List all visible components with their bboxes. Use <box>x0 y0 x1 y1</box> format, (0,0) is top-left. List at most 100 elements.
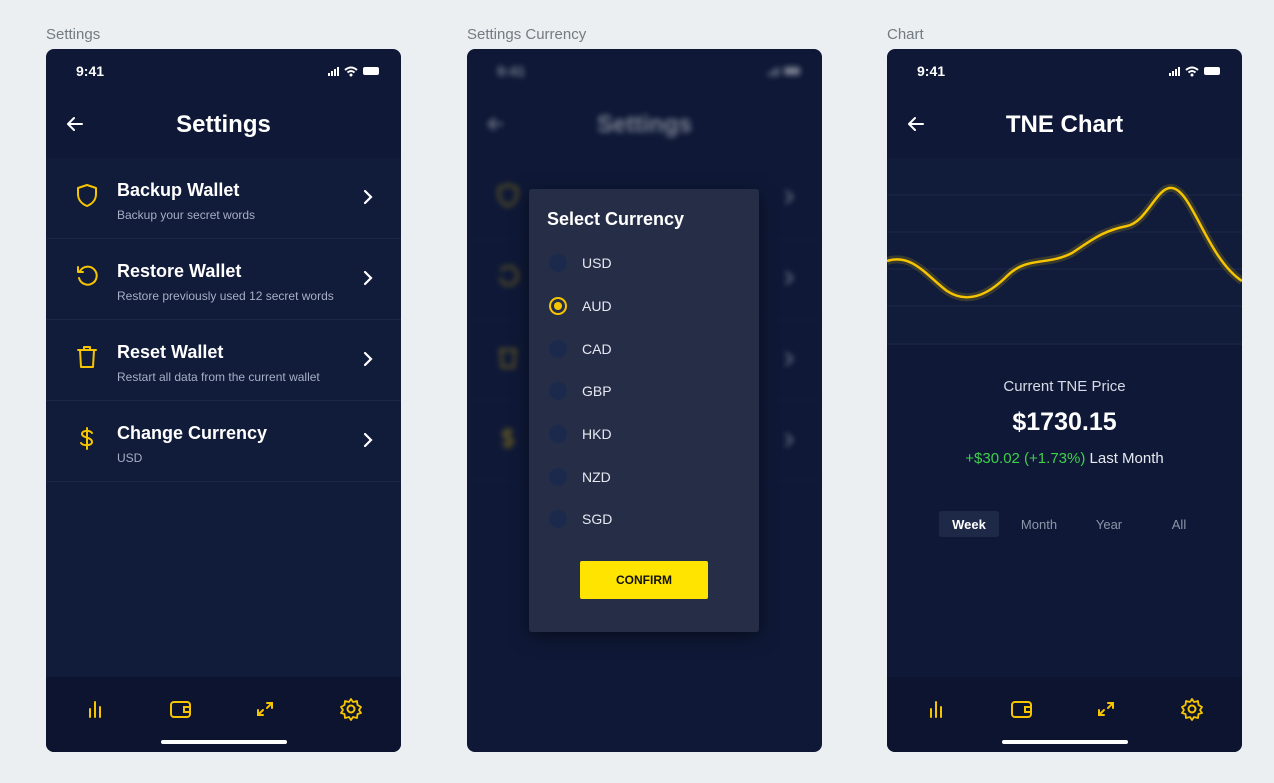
confirm-button[interactable]: CONFIRM <box>580 561 708 599</box>
tab-bar <box>887 677 1242 752</box>
currency-option-label: HKD <box>582 426 612 442</box>
chevron-right-icon <box>363 351 373 367</box>
settings-gear-icon[interactable] <box>1179 697 1205 721</box>
page-title: Settings <box>597 111 692 138</box>
signal-icon <box>1169 66 1180 76</box>
menu-item-subtitle: USD <box>117 451 143 465</box>
trash-icon <box>499 349 517 368</box>
chevron-right-icon <box>785 271 794 285</box>
currency-option-hkd[interactable]: HKD <box>549 423 612 445</box>
range-all-button[interactable]: All <box>1149 511 1209 537</box>
currency-option-label: SGD <box>582 511 613 527</box>
restore-wallet-item[interactable]: Restore Wallet Restore previously used 1… <box>46 239 401 320</box>
currency-option-gbp[interactable]: GBP <box>549 380 612 402</box>
price-chart <box>887 158 1242 345</box>
price-label: Current TNE Price <box>1003 378 1126 395</box>
back-arrow-icon[interactable] <box>64 113 86 135</box>
price-change: +$30.02 (+1.73%) Last Month <box>887 450 1242 467</box>
status-time: 9:41 <box>497 63 526 79</box>
settings-screen: 9:41 Settings Backup Wallet Backup your … <box>46 49 401 752</box>
change-currency-item[interactable]: Change Currency USD <box>46 401 401 482</box>
currency-option-nzd[interactable]: NZD <box>549 466 611 488</box>
page-title: Settings <box>176 111 271 138</box>
chevron-right-icon <box>785 352 794 366</box>
status-time: 9:41 <box>917 63 946 79</box>
chart-bars-icon[interactable] <box>82 697 108 721</box>
frame-label-chart: Chart <box>887 26 924 43</box>
dialog-title: Select Currency <box>547 209 685 229</box>
range-month-button[interactable]: Month <box>1009 511 1069 537</box>
currency-option-label: USD <box>582 255 612 271</box>
backup-wallet-item[interactable]: Backup Wallet Backup your secret words <box>46 158 401 239</box>
radio-button[interactable] <box>549 468 567 486</box>
shield-icon <box>498 183 518 208</box>
shield-icon <box>77 184 97 207</box>
radio-button[interactable] <box>549 510 567 528</box>
nav-bar: TNE Chart <box>887 97 1242 153</box>
reset-wallet-item[interactable]: Reset Wallet Restart all data from the c… <box>46 320 401 401</box>
menu-item-subtitle: Restore previously used 12 secret words <box>117 289 334 303</box>
frame-label-settings-currency: Settings Currency <box>467 26 587 43</box>
back-arrow-icon <box>487 117 503 131</box>
chevron-right-icon <box>363 189 373 205</box>
wallet-icon[interactable] <box>1009 697 1035 721</box>
wallet-icon[interactable] <box>168 697 194 721</box>
range-year-button[interactable]: Year <box>1079 511 1139 537</box>
battery-icon <box>1204 67 1220 75</box>
signal-icon <box>768 66 779 76</box>
wifi-icon <box>1185 66 1199 76</box>
page-title: TNE Chart <box>1005 111 1124 138</box>
currency-option-label: CAD <box>582 341 612 357</box>
chevron-right-icon <box>785 433 794 447</box>
transfer-icon[interactable] <box>252 697 278 721</box>
radio-button[interactable] <box>549 425 567 443</box>
wifi-icon <box>344 66 358 76</box>
radio-button[interactable] <box>549 254 567 272</box>
restore-icon <box>77 265 98 286</box>
range-selector: Week Month Year All <box>939 511 1219 537</box>
current-price: $1730.15 <box>1012 408 1117 436</box>
radio-button[interactable] <box>549 340 567 358</box>
home-indicator <box>1001 740 1128 744</box>
radio-button-selected[interactable] <box>549 297 567 315</box>
select-currency-dialog: Select Currency USD AUD CAD GBP HKD NZD … <box>529 189 759 632</box>
price-chart-svg <box>887 184 1242 345</box>
currency-option-label: AUD <box>582 298 612 314</box>
trash-icon <box>77 346 97 368</box>
chart-screen: 9:41 TNE Chart Current TNE Price $1730.1… <box>887 49 1242 752</box>
tab-bar <box>46 677 401 752</box>
status-bar: 9:41 <box>917 63 1220 79</box>
menu-item-title: Restore Wallet <box>117 261 242 281</box>
dollar-icon <box>80 427 94 450</box>
nav-bar: Settings <box>46 97 401 153</box>
chevron-right-icon <box>363 432 373 448</box>
battery-icon <box>784 67 800 75</box>
menu-item-title: Change Currency <box>117 423 268 443</box>
menu-item-title: Backup Wallet <box>117 180 240 200</box>
chart-bars-icon[interactable] <box>923 697 949 721</box>
currency-option-usd[interactable]: USD <box>549 252 612 274</box>
nav-bar: Settings <box>467 97 822 153</box>
currency-option-label: GBP <box>582 383 612 399</box>
chevron-right-icon <box>363 270 373 286</box>
currency-option-aud[interactable]: AUD <box>549 295 612 317</box>
range-week-button[interactable]: Week <box>939 511 999 537</box>
menu-item-subtitle: Restart all data from the current wallet <box>117 370 320 384</box>
currency-option-sgd[interactable]: SGD <box>549 508 612 530</box>
settings-currency-screen: 9:41 Settings Select Currency USD AUD CA… <box>467 49 822 752</box>
transfer-icon[interactable] <box>1093 697 1119 721</box>
home-indicator <box>160 740 287 744</box>
restore-icon <box>499 265 519 286</box>
currency-option-label: NZD <box>582 469 611 485</box>
battery-icon <box>363 67 379 75</box>
status-bar: 9:41 <box>76 63 379 79</box>
back-arrow-icon[interactable] <box>905 113 927 135</box>
currency-option-cad[interactable]: CAD <box>549 338 612 360</box>
frame-label-settings: Settings <box>46 26 101 43</box>
settings-gear-icon[interactable] <box>338 697 364 721</box>
settings-list: Backup Wallet Backup your secret words R… <box>46 158 401 677</box>
radio-button[interactable] <box>549 382 567 400</box>
menu-item-title: Reset Wallet <box>117 342 224 362</box>
price-change-period: Last Month <box>1089 450 1164 467</box>
chevron-right-icon <box>785 190 794 204</box>
